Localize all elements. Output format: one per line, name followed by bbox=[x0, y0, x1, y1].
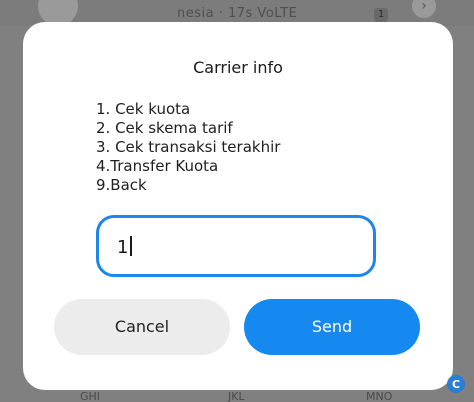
response-input-value: 1 bbox=[117, 236, 133, 258]
menu-line: 3. Cek transaksi terakhir bbox=[96, 138, 281, 156]
background-keypad: GHI JKL MNO bbox=[0, 390, 474, 402]
carrier-info-dialog: Carrier info 1. Cek kuota 2. Cek skema t… bbox=[23, 22, 453, 390]
menu-line: 4.Transfer Kuota bbox=[96, 157, 219, 175]
menu-line: 1. Cek kuota bbox=[96, 100, 191, 118]
watermark-logo-icon: C bbox=[428, 356, 468, 396]
text-caret bbox=[130, 236, 133, 256]
response-input[interactable]: 1 bbox=[96, 215, 376, 277]
dialog-title: Carrier info bbox=[193, 58, 283, 77]
send-button[interactable]: Send bbox=[244, 299, 420, 355]
sim-badge: 1 bbox=[374, 8, 388, 22]
svg-text:C: C bbox=[452, 378, 460, 391]
background-header-text: nesia · 17s VoLTE bbox=[96, 6, 298, 21]
key-label: JKL bbox=[228, 390, 245, 402]
key-label: MNO bbox=[366, 390, 393, 402]
cancel-button[interactable]: Cancel bbox=[54, 299, 230, 355]
menu-line: 9.Back bbox=[96, 176, 147, 194]
menu-line: 2. Cek skema tarif bbox=[96, 119, 233, 137]
ussd-menu: 1. Cek kuota 2. Cek skema tarif 3. Cek t… bbox=[96, 100, 280, 195]
chevron-right-icon: › bbox=[412, 0, 436, 18]
key-label: GHI bbox=[80, 390, 101, 402]
